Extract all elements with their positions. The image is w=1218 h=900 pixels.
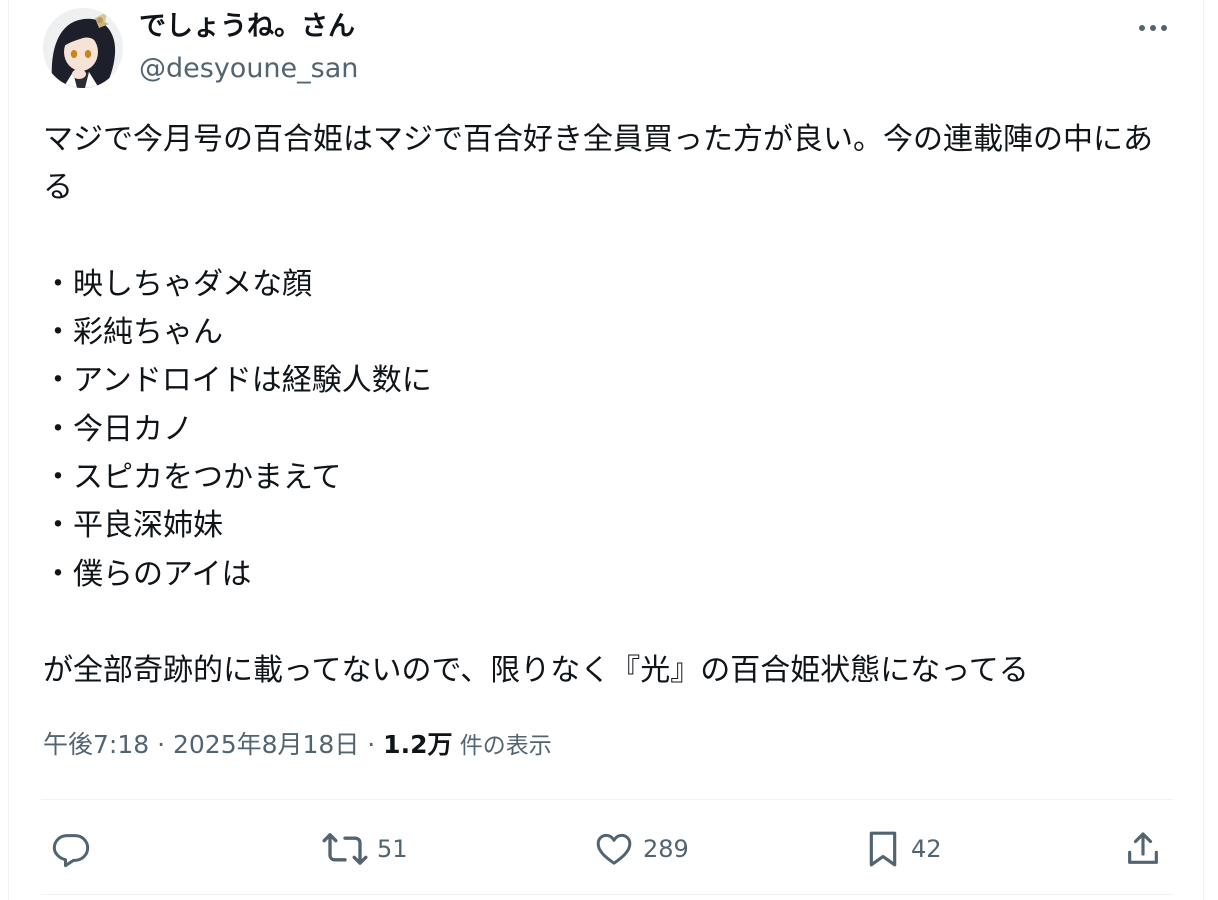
meta-separator: · <box>149 730 173 759</box>
view-label: 件の表示 <box>452 733 552 759</box>
tweet-intro: マジで今月号の百合姫はマジで百合好き全員買った方が良い。今の連載陣の中にある <box>43 122 1153 206</box>
divider <box>41 799 1173 800</box>
bookmark-button[interactable]: 42 <box>863 826 942 872</box>
like-count: 289 <box>643 835 689 863</box>
list-item: ・アンドロイドは経験人数に <box>43 363 432 399</box>
display-name[interactable]: でしょうね。さん <box>139 8 355 46</box>
view-count: 1.2万 <box>383 730 453 759</box>
list-item: ・平良深姉妹 <box>43 508 223 544</box>
divider <box>41 894 1173 895</box>
heart-icon <box>596 833 632 865</box>
tweet-card: でしょうね。さん @desyoune_san マジで今月号の百合姫はマジで百合好… <box>8 0 1204 900</box>
meta-separator: · <box>359 730 384 759</box>
tweet-outro: が全部奇跡的に載ってないので、限りなく『光』の百合姫状態になってる <box>43 653 1029 689</box>
bookmark-count: 42 <box>911 835 942 863</box>
more-horizontal-icon <box>1139 25 1167 31</box>
tweet-meta: 午後7:18 · 2025年8月18日 · 1.2万 件の表示 <box>43 727 552 764</box>
list-item: ・僕らのアイは <box>43 556 252 592</box>
list-item: ・彩純ちゃん <box>43 315 223 351</box>
more-options-button[interactable] <box>1131 14 1175 42</box>
reply-button[interactable] <box>51 826 99 872</box>
avatar[interactable] <box>43 8 123 88</box>
post-time[interactable]: 午後7:18 <box>43 730 149 759</box>
share-button[interactable] <box>1123 826 1163 872</box>
share-icon <box>1128 832 1158 864</box>
username-handle[interactable]: @desyoune_san <box>139 50 358 88</box>
like-button[interactable]: 289 <box>593 826 689 872</box>
list-item: ・映しちゃダメな顔 <box>43 266 313 302</box>
list-item: ・今日カノ <box>43 411 193 447</box>
retweet-button[interactable]: 51 <box>321 826 408 872</box>
tweet-text: マジで今月号の百合姫はマジで百合好き全員買った方が良い。今の連載陣の中にある ・… <box>43 116 1173 696</box>
list-item: ・スピカをつかまえて <box>43 460 342 496</box>
reply-icon <box>52 834 90 868</box>
avatar-illustration <box>43 8 123 88</box>
bookmark-icon <box>869 831 897 867</box>
post-date[interactable]: 2025年8月18日 <box>173 730 359 759</box>
retweet-icon <box>322 833 368 865</box>
retweet-count: 51 <box>377 835 408 863</box>
